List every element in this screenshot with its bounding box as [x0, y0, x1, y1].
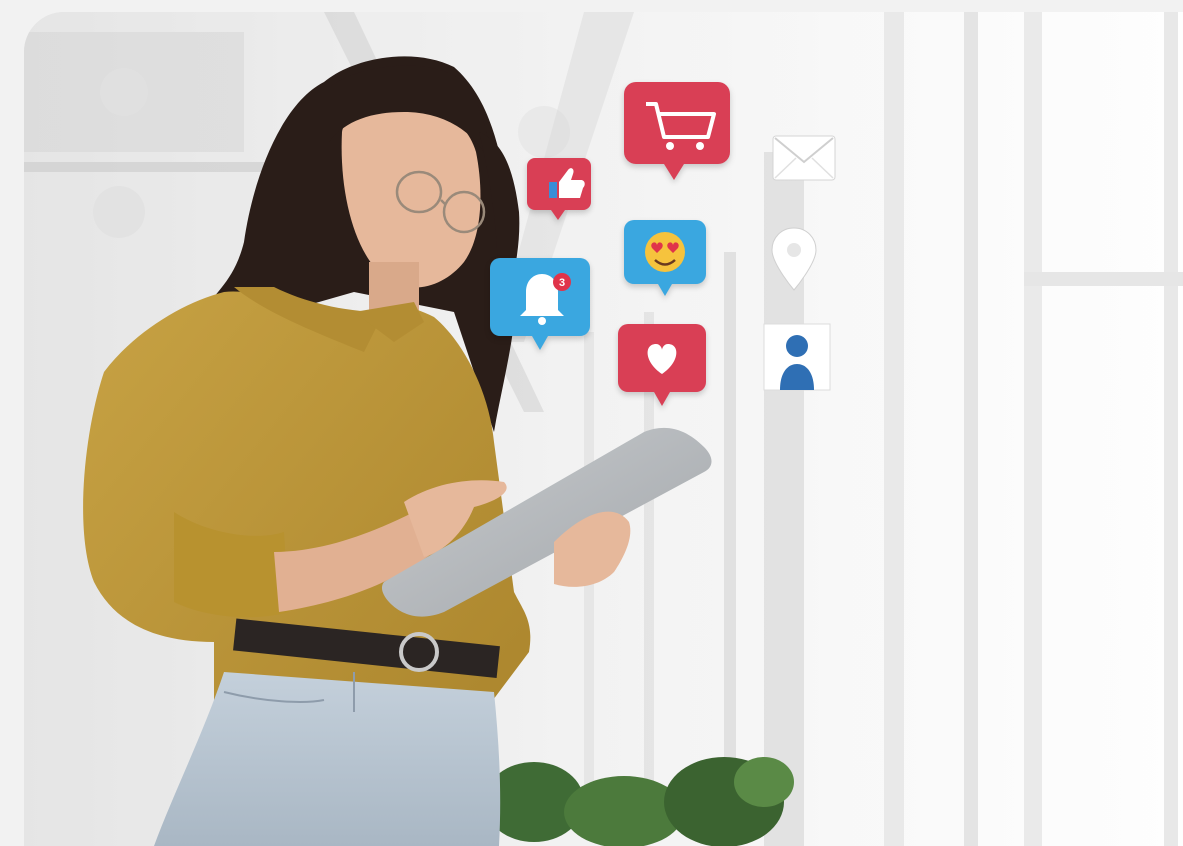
hero-photo: 3 [24, 12, 1183, 846]
envelope-icon [772, 135, 836, 181]
hero-image-card: 3 [24, 12, 1183, 846]
svg-text:3: 3 [559, 277, 565, 289]
user-profile-icon [763, 323, 831, 391]
